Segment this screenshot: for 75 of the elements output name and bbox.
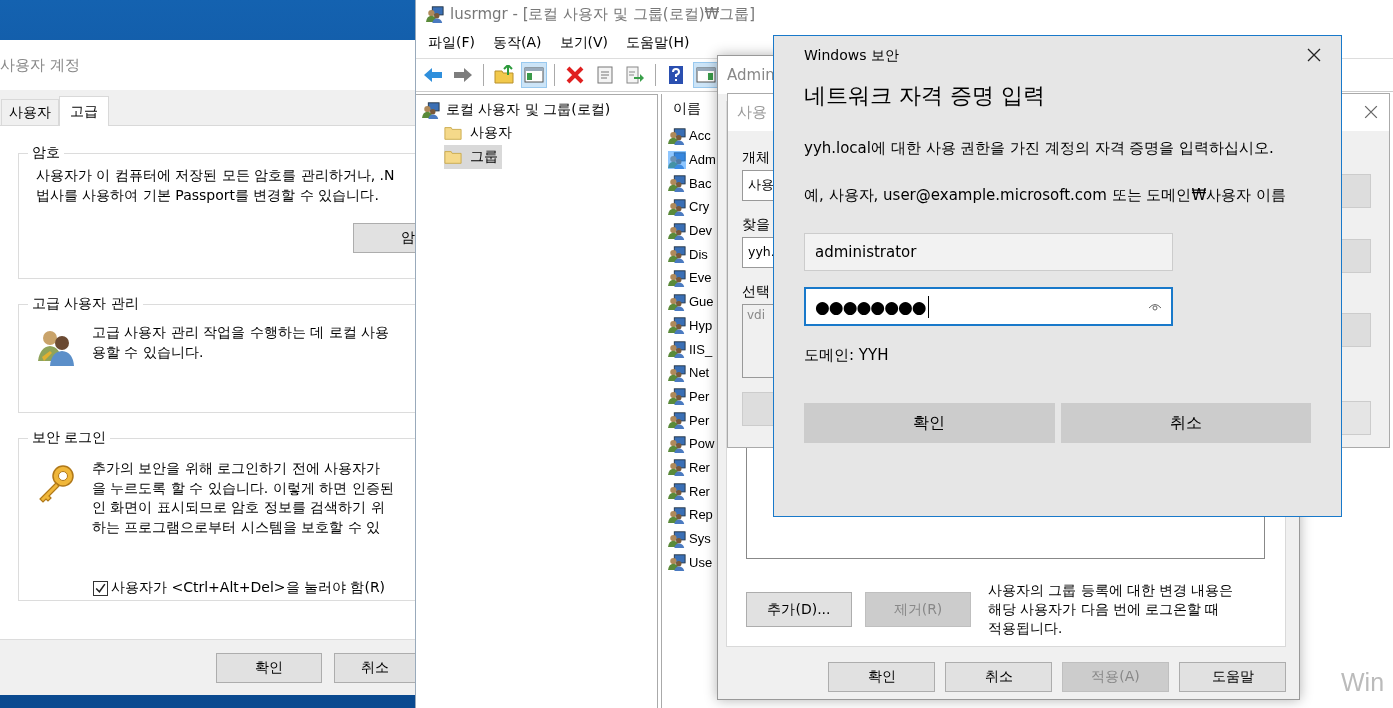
group-list-item[interactable]: Bac (668, 171, 712, 196)
input-field[interactable]: 사용 (742, 170, 773, 201)
group-description: 사용자가 이 컴퓨터에 저장된 모든 암호를 관리하거나, .N 법사를 사용하여 기본 Passport를 변경할 수 있습니다. (36, 166, 396, 205)
dialog-button[interactable]: 취소 (1060, 403, 1311, 443)
group-list-item[interactable]: Rep (668, 503, 713, 527)
menu-item[interactable]: 파일(F) (420, 32, 483, 54)
dialog-heading: 네트워크 자격 증명 입력 (804, 82, 1046, 110)
dialog-button[interactable]: 확인 (804, 403, 1055, 443)
group-list-item[interactable]: Pow (668, 431, 715, 456)
group-title: 보안 로그인 (31, 429, 108, 447)
group-list-item[interactable]: Per (668, 408, 710, 432)
menu-item[interactable]: 도움말(H) (618, 32, 698, 54)
window-title: Admin (727, 66, 775, 84)
hint-text: 예, 사용자, user@example.microsoft.com 또는 도메인₩사용자 이름 (804, 185, 1287, 206)
group-list-item[interactable]: Acc (668, 124, 711, 148)
username-field[interactable]: administrator (804, 233, 1173, 271)
group-list-item[interactable]: Gue (668, 289, 714, 314)
users-computer-icon (422, 101, 440, 119)
pane-icon[interactable] (521, 62, 547, 88)
menu-item[interactable]: 동작(A) (485, 32, 550, 54)
input-field[interactable]: yyh. (742, 237, 773, 268)
activation-notice: Win (1341, 668, 1385, 697)
group-list-item[interactable]: Use (668, 550, 713, 575)
group-list-item[interactable]: IIS_ (668, 337, 713, 361)
group-list-item[interactable]: Dis (668, 242, 708, 267)
group-list-item[interactable]: Cry (668, 195, 710, 219)
tree-item[interactable]: 로컬 사용자 및 그룹(로컬) (446, 101, 611, 119)
tree-item[interactable]: 그룹 (444, 145, 502, 169)
checkbox-box[interactable] (93, 580, 108, 596)
field-label: 찾을 (742, 216, 770, 234)
dialog-button[interactable] (1341, 174, 1371, 208)
group-list-item[interactable]: Per (668, 384, 710, 409)
domain-text: 도메인: YYH (804, 346, 890, 365)
dialog-button[interactable]: 취소 (334, 652, 415, 683)
password-button[interactable]: 암 (353, 223, 415, 253)
tab[interactable]: 고급 (59, 96, 109, 126)
users-computer-icon (426, 5, 444, 23)
group-description: 고급 사용자 관리 작업을 수행하는 데 로컬 사용 용할 수 있습니다. (92, 323, 390, 362)
window-title: Windows 보안 (804, 47, 899, 65)
note-text: 사용자의 그룹 등록에 대한 변경 내용은 해당 사용자가 다음 번에 로그온할 때 적용됩니다. (988, 581, 1234, 638)
eye-icon[interactable] (1148, 301, 1162, 312)
pane-icon[interactable] (693, 62, 719, 88)
tree-item[interactable]: 사용자 (444, 121, 516, 145)
dialog-button[interactable]: 확인 (216, 652, 322, 683)
folder-icon (444, 148, 462, 166)
close-button[interactable] (1307, 48, 1323, 64)
group-list-item[interactable]: Sys (668, 526, 711, 551)
group-list-item[interactable]: Net (668, 360, 710, 385)
dialog-button[interactable]: 취소 (945, 662, 1052, 692)
menu-item[interactable]: 보기(V) (551, 32, 616, 54)
dialog-button[interactable]: 확인 (828, 662, 935, 692)
folder-icon (444, 124, 462, 142)
group-list-item[interactable]: Hyp (668, 313, 713, 338)
column-header[interactable]: 이름 (668, 94, 701, 124)
field-label: 선택 (742, 283, 770, 301)
group-description: 추가의 보안을 위해 로그인하기 전에 사용자가 을 누르도록 할 수 있습니다. 이렇게 하면 인증된 인 화면이 표시되므로 암호 정보를 검색하기 위 하는 프로그램으로부터 시스템을 보호할 수 있 (92, 459, 394, 537)
window-title: 사용 (737, 103, 767, 122)
dialog-button[interactable] (1341, 401, 1371, 435)
member-button[interactable]: 추가(D)... (746, 592, 852, 627)
group-list-item[interactable]: Dev (668, 218, 713, 243)
field-label: 개체 (742, 149, 770, 167)
group-list-item[interactable]: Rer (668, 455, 710, 480)
window-title: lusrmgr - [로컬 사용자 및 그룹(로컬)₩그룹] (450, 4, 756, 24)
group-list-item[interactable]: Adm (668, 147, 716, 172)
group-title: 고급 사용자 관리 (31, 295, 140, 313)
dialog-button[interactable]: 도움말 (1179, 662, 1286, 692)
window-title: 사용자 계정 (0, 55, 80, 75)
message-text: yyh.local에 대한 사용 권한을 가진 계정의 자격 증명을 입력하십시오. (804, 138, 1275, 159)
tab[interactable]: 사용자 (1, 99, 59, 125)
group-list-item[interactable]: Rer (668, 479, 710, 503)
password-field[interactable]: ●●●●●●●● (804, 287, 1173, 326)
group-title: 암호 (31, 144, 61, 162)
dialog-button[interactable] (1341, 239, 1371, 273)
dialog-button[interactable] (1341, 313, 1371, 347)
group-list-item[interactable]: Eve (668, 266, 712, 290)
